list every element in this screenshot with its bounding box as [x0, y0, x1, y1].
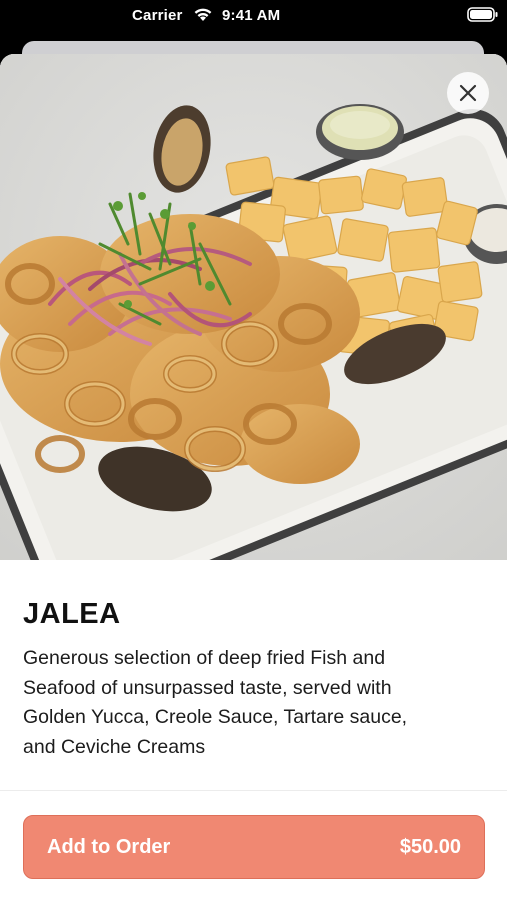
product-sheet: JALEA Generous selection of deep fried F… — [0, 54, 507, 900]
wifi-icon — [194, 8, 212, 21]
add-to-order-label: Add to Order — [47, 835, 171, 858]
carrier-label: Carrier — [132, 7, 183, 24]
close-icon — [459, 84, 477, 102]
add-to-order-button[interactable]: Add to Order $50.00 — [23, 815, 485, 879]
battery-icon — [467, 7, 498, 22]
price-label: $50.00 — [399, 835, 461, 858]
status-bar: Carrier 9:41 AM — [0, 0, 507, 34]
clock-label: 9:41 AM — [222, 7, 281, 24]
product-image — [0, 54, 507, 560]
order-bar: Add to Order $50.00 — [0, 790, 507, 900]
product-title: JALEA — [23, 598, 121, 630]
fried-seafood-platter-image — [0, 54, 507, 560]
close-button[interactable] — [447, 72, 489, 114]
product-description: Generous selection of deep fried Fish an… — [23, 647, 408, 758]
app-screen: Carrier 9:41 AM JALEA Generous selection… — [0, 0, 507, 900]
